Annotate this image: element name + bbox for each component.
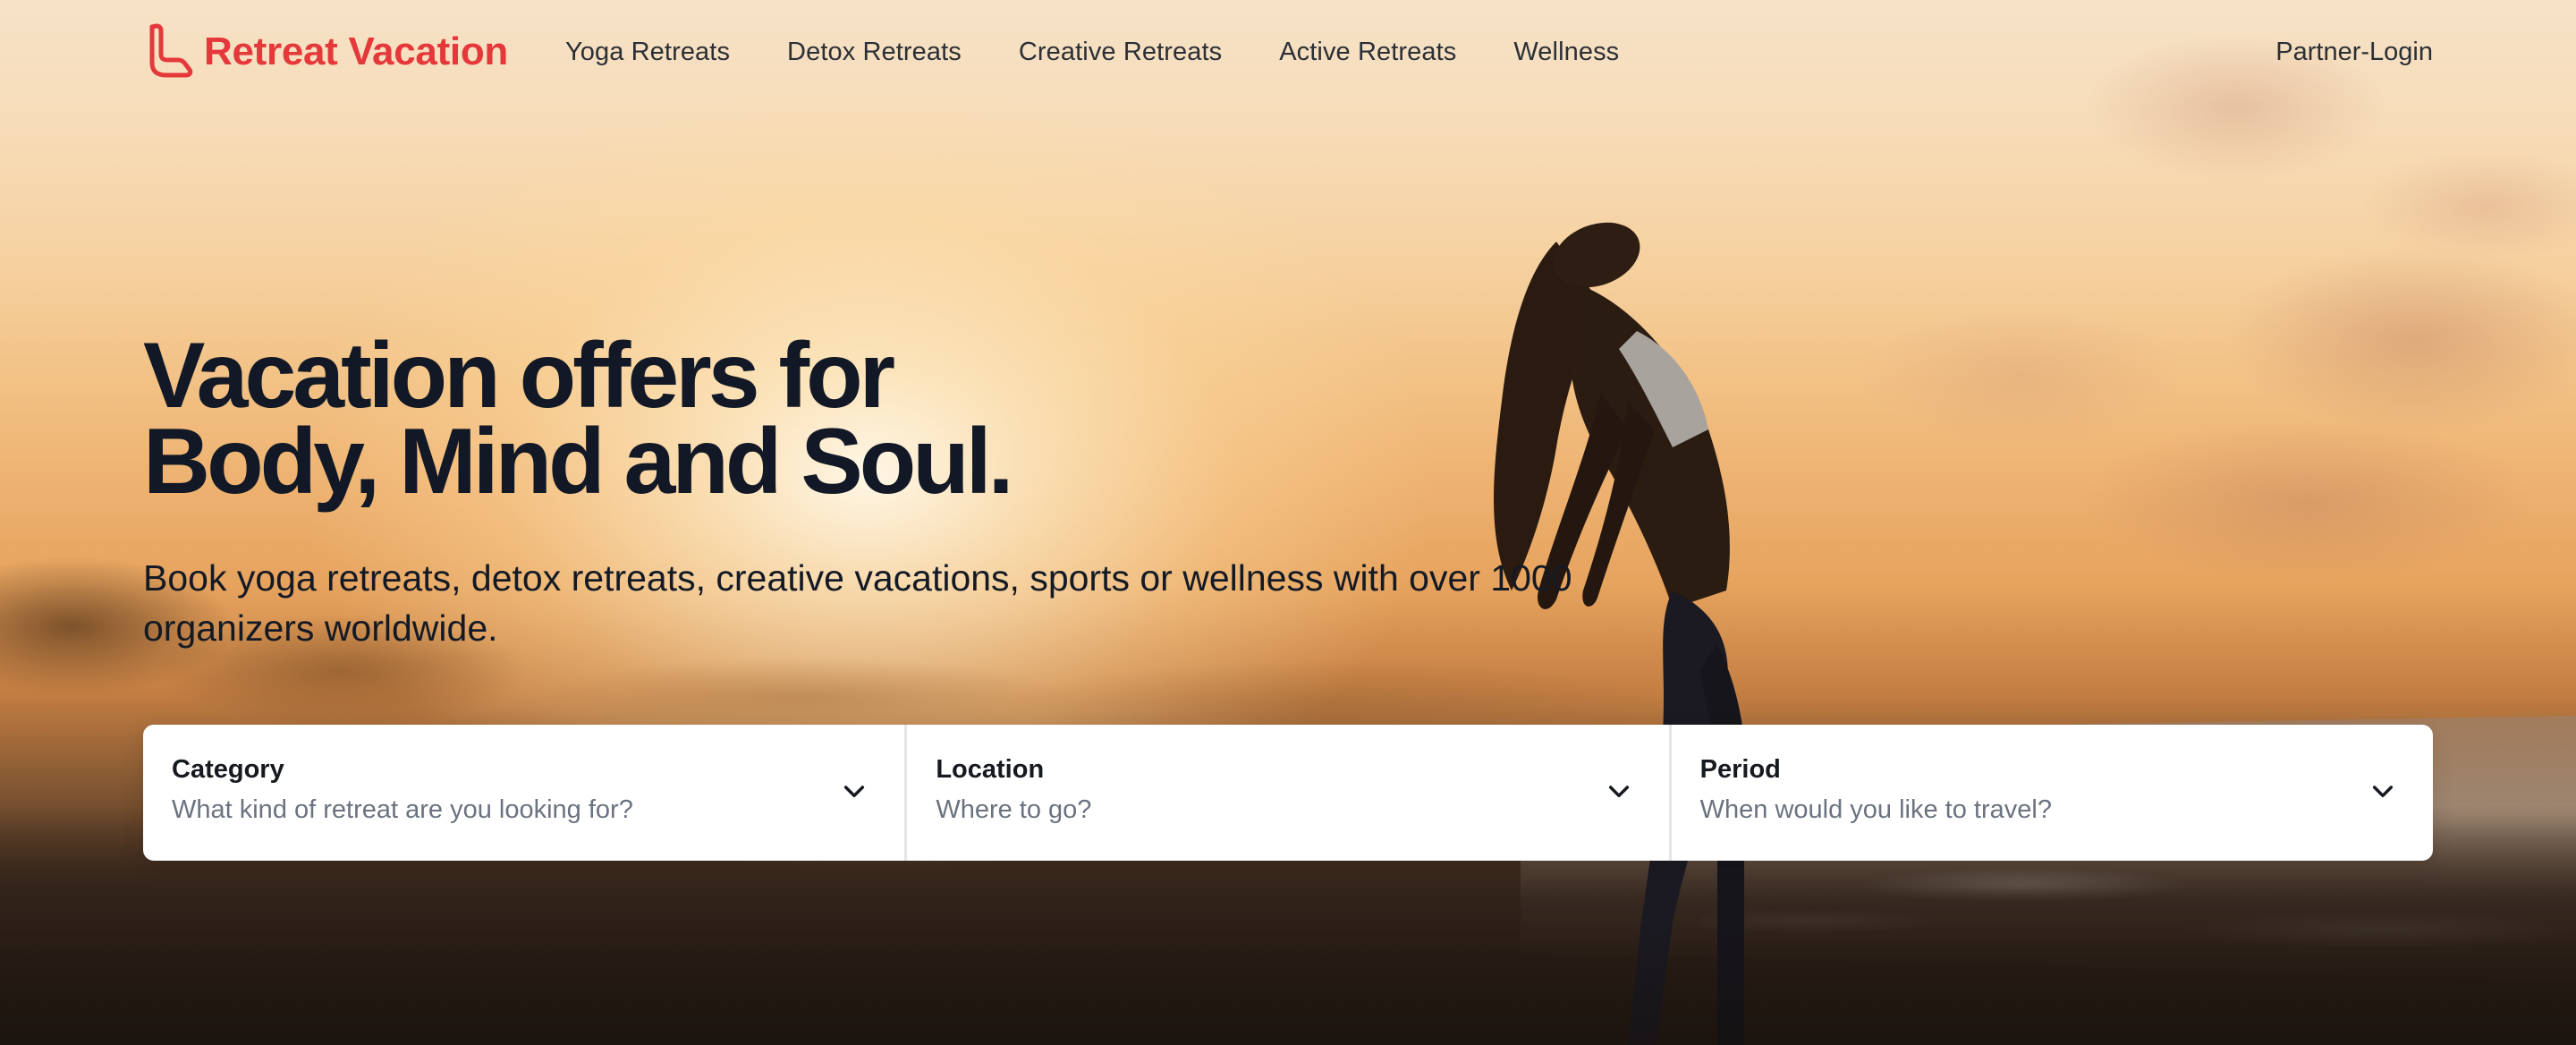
location-label: Location	[936, 755, 1045, 784]
nav-item-detox-retreats[interactable]: Detox Retreats	[787, 38, 962, 67]
category-placeholder: What kind of retreat are you looking for…	[172, 795, 633, 824]
retreat-search-bar: Category What kind of retreat are you lo…	[143, 725, 2433, 861]
brand-name: Retreat Vacation	[204, 30, 509, 73]
location-placeholder: Where to go?	[936, 795, 1092, 824]
chevron-down-icon[interactable]	[2368, 777, 2397, 805]
period-select[interactable]: Period When would you like to travel?	[1668, 725, 2433, 861]
main-nav: Yoga Retreats Detox Retreats Creative Re…	[565, 38, 1619, 67]
nav-item-creative-retreats[interactable]: Creative Retreats	[1019, 38, 1222, 67]
chevron-down-icon[interactable]	[1605, 777, 1633, 805]
hero-background-image	[0, 0, 2576, 1045]
nav-item-yoga-retreats[interactable]: Yoga Retreats	[565, 38, 730, 67]
nav-item-wellness[interactable]: Wellness	[1513, 38, 1619, 67]
category-label: Category	[172, 755, 284, 784]
brand-logo[interactable]: Retreat Vacation	[143, 23, 508, 81]
hero-headline-line2: Body, Mind and Soul.	[143, 410, 1014, 514]
category-select[interactable]: Category What kind of retreat are you lo…	[143, 725, 904, 861]
site-header: Retreat Vacation Yoga Retreats Detox Ret…	[0, 0, 2576, 104]
period-placeholder: When would you like to travel?	[1699, 795, 2052, 824]
chevron-down-icon[interactable]	[840, 777, 869, 805]
location-select[interactable]: Location Where to go?	[904, 725, 1668, 861]
bottom-shade	[0, 920, 2576, 1045]
partner-login-link[interactable]: Partner-Login	[2275, 38, 2433, 67]
nav-item-active-retreats[interactable]: Active Retreats	[1279, 38, 1456, 67]
hero-headline: Vacation offers for Body, Mind and Soul.	[143, 329, 1216, 508]
hero-subline: Book yoga retreats, detox retreats, crea…	[143, 557, 1572, 649]
brand-logo-icon	[149, 23, 193, 78]
period-label: Period	[1699, 755, 1781, 784]
